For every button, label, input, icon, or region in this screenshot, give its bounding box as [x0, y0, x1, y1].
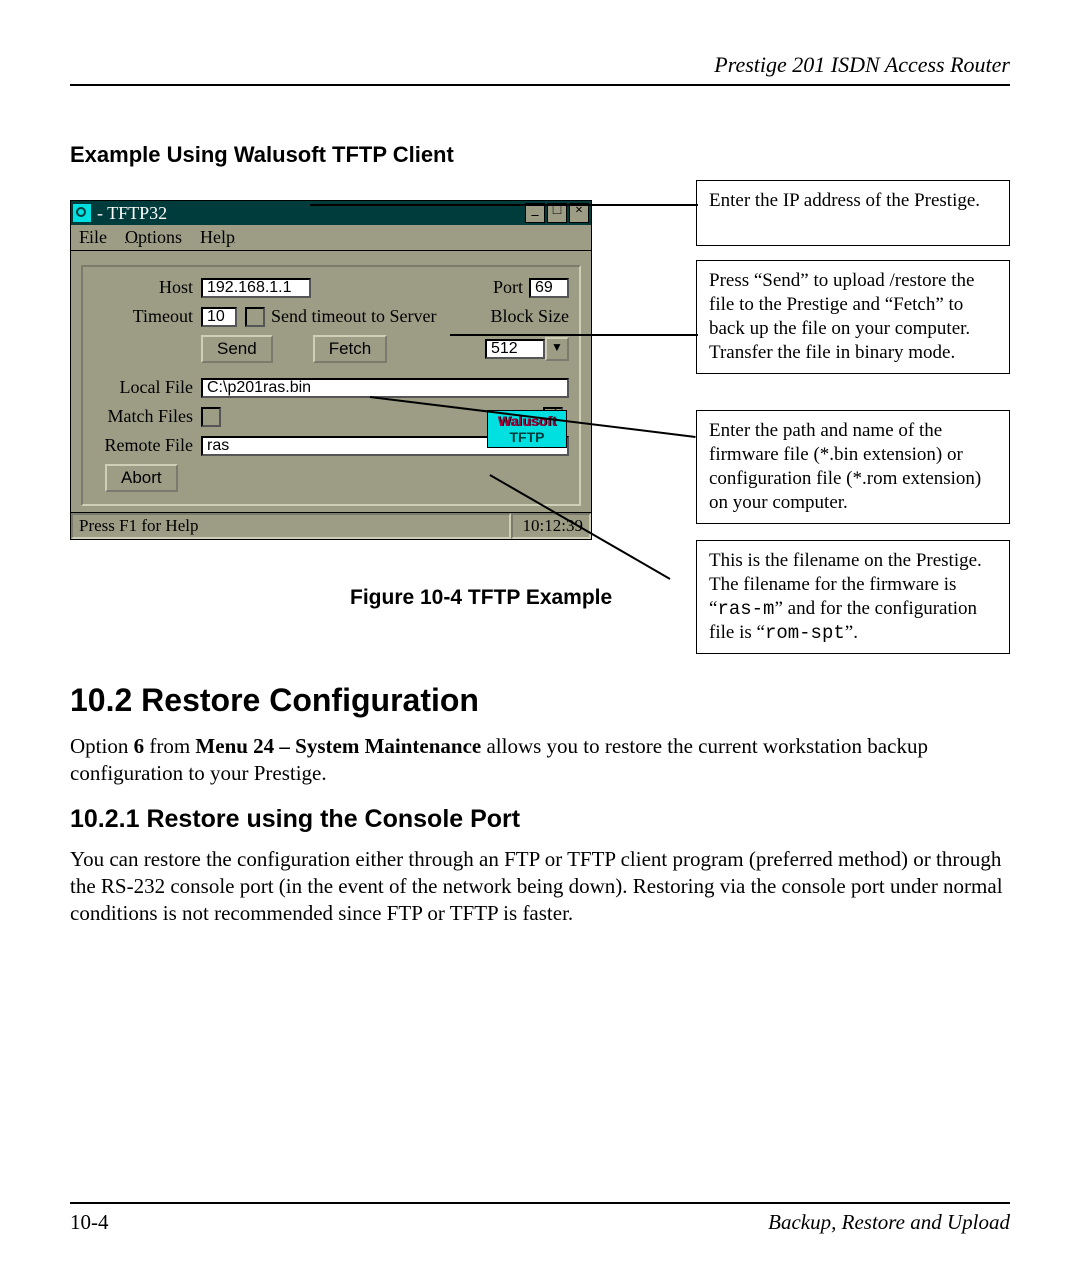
menu-help[interactable]: Help	[200, 227, 235, 248]
figure-caption: Figure 10-4 TFTP Example	[350, 586, 612, 610]
timeout-label: Timeout	[93, 306, 201, 327]
matchfiles-checkbox[interactable]	[201, 407, 221, 427]
localfile-input[interactable]	[201, 378, 569, 398]
host-label: Host	[93, 277, 201, 298]
callout-send-fetch: Press “Send” to upload /restore the file…	[696, 260, 1010, 374]
subsection-heading: 10.2.1 Restore using the Console Port	[70, 805, 1010, 834]
blocksize-dropdown-icon[interactable]: ▼	[545, 337, 569, 361]
callout-remote-file: This is the filename on the Prestige. Th…	[696, 540, 1010, 654]
close-button[interactable]: ×	[569, 203, 589, 223]
remotefile-label: Remote File	[93, 435, 201, 456]
section-heading: 10.2 Restore Configuration	[70, 682, 1010, 719]
maximize-button[interactable]: □	[547, 203, 567, 223]
localfile-label: Local File	[93, 377, 201, 398]
menu-bar: File Options Help	[71, 225, 591, 251]
window-title: - TFTP32	[97, 203, 167, 224]
running-head: Prestige 201 ISDN Access Router	[70, 52, 1010, 86]
host-input[interactable]	[201, 278, 311, 298]
example-heading: Example Using Walusoft TFTP Client	[70, 142, 1010, 168]
footer-section: Backup, Restore and Upload	[768, 1210, 1010, 1235]
blocksize-input[interactable]	[485, 339, 545, 359]
body-paragraph: You can restore the configuration either…	[70, 846, 1010, 927]
callout-ip: Enter the IP address of the Prestige.	[696, 180, 1010, 246]
figure-tftp-example: - TFTP32 _ □ × File Options Help Host Po…	[70, 174, 1010, 654]
timeout-input[interactable]	[201, 307, 237, 327]
menu-file[interactable]: File	[79, 227, 107, 248]
leader-line	[450, 334, 698, 336]
page-footer: 10-4 Backup, Restore and Upload	[70, 1202, 1010, 1235]
port-label: Port	[493, 277, 523, 298]
minimize-button[interactable]: _	[525, 203, 545, 223]
logo-line2: TFTP	[490, 429, 564, 445]
abort-button[interactable]: Abort	[105, 464, 178, 492]
body-paragraph: Option 6 from Menu 24 – System Maintenan…	[70, 733, 1010, 787]
fetch-button[interactable]: Fetch	[313, 335, 388, 363]
send-button[interactable]: Send	[201, 335, 273, 363]
app-icon	[73, 204, 91, 222]
status-bar: Press F1 for Help 10:12:39	[71, 512, 591, 539]
port-input[interactable]	[529, 278, 569, 298]
matchfiles-label: Match Files	[93, 406, 201, 427]
callout-local-file: Enter the path and name of the firmware …	[696, 410, 1010, 524]
leader-line	[310, 204, 698, 206]
status-text: Press F1 for Help	[71, 513, 511, 539]
menu-options[interactable]: Options	[125, 227, 182, 248]
send-timeout-checkbox[interactable]	[245, 307, 265, 327]
blocksize-label: Block Size	[491, 306, 570, 327]
send-timeout-label: Send timeout to Server	[271, 306, 436, 327]
page-number: 10-4	[70, 1210, 109, 1235]
